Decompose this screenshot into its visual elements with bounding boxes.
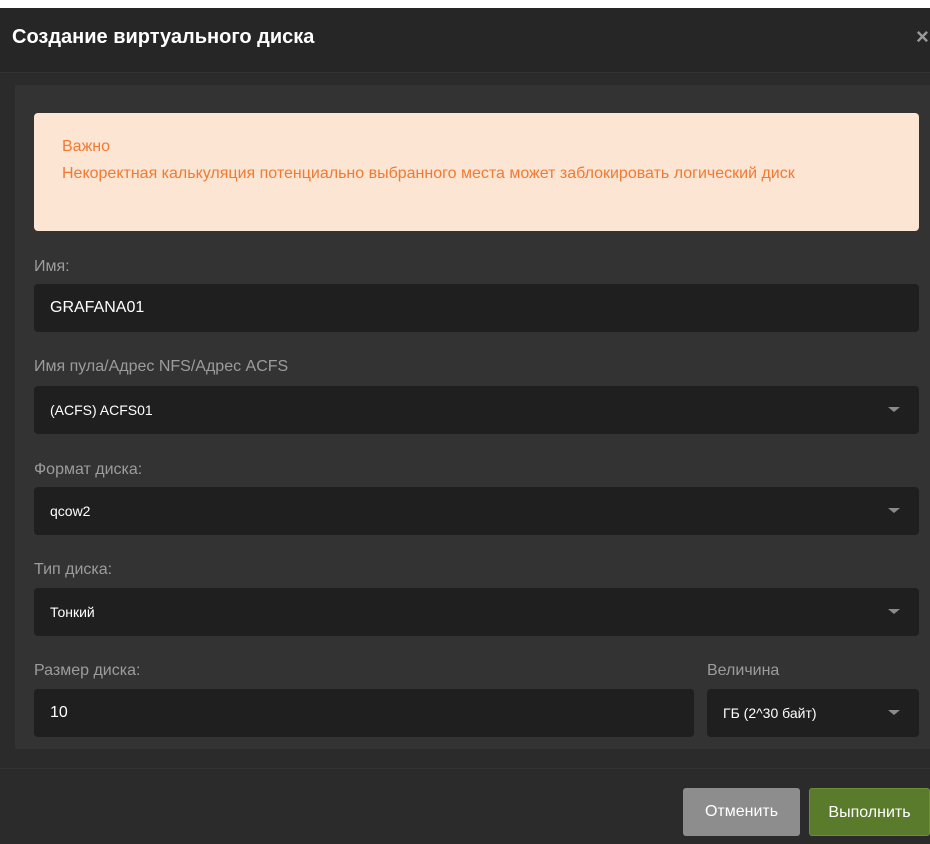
pool-select[interactable]: (ACFS) ACFS01 xyxy=(34,386,919,434)
close-icon[interactable]: × xyxy=(916,24,929,50)
format-label: Формат диска: xyxy=(34,461,143,478)
size-label: Размер диска: xyxy=(34,662,141,679)
name-input[interactable]: GRAFANA01 xyxy=(34,284,919,332)
name-label: Имя: xyxy=(34,258,70,275)
type-select[interactable]: Тонкий xyxy=(34,588,919,636)
pool-select-value: (ACFS) ACFS01 xyxy=(50,402,153,418)
chevron-down-icon xyxy=(888,609,900,614)
dialog-title: Создание виртуального диска xyxy=(12,26,315,48)
warning-alert: Важно Некоректная калькуляция потенциаль… xyxy=(34,113,919,231)
submit-button[interactable]: Выполнить xyxy=(809,788,930,836)
chevron-down-icon xyxy=(888,508,900,513)
size-input[interactable]: 10 xyxy=(34,689,694,737)
dialog-header: Создание виртуального диска × xyxy=(0,8,930,73)
footer-divider xyxy=(0,768,930,769)
unit-label: Величина xyxy=(707,662,780,679)
alert-heading: Важно xyxy=(62,138,111,155)
format-select[interactable]: qcow2 xyxy=(34,487,919,535)
format-select-value: qcow2 xyxy=(50,503,91,519)
cancel-button[interactable]: Отменить xyxy=(683,788,800,836)
chevron-down-icon xyxy=(888,407,900,412)
unit-select-value: ГБ (2^30 байт) xyxy=(723,705,817,721)
pool-label: Имя пула/Адрес NFS/Адрес ACFS xyxy=(34,358,289,375)
chevron-down-icon xyxy=(888,710,900,715)
alert-message: Некоректная калькуляция потенциально выб… xyxy=(62,165,795,182)
unit-select[interactable]: ГБ (2^30 байт) xyxy=(707,689,919,737)
type-label: Тип диска: xyxy=(34,561,113,578)
type-select-value: Тонкий xyxy=(50,604,95,620)
